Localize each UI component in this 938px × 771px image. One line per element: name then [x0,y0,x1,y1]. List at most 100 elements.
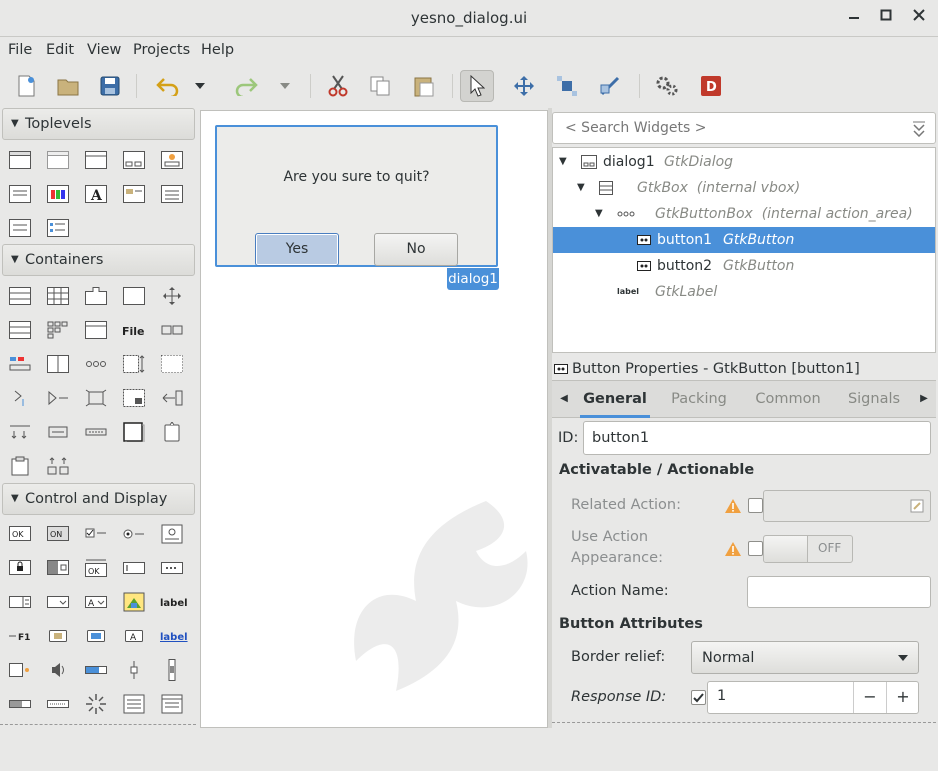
notebook-icon[interactable] [84,285,108,307]
revealer-icon[interactable] [46,387,70,409]
margin-icon[interactable] [550,70,584,102]
message-dialog-icon[interactable] [160,149,184,171]
tree-row-dialog1[interactable]: ▼ dialog1 GtkDialog [553,149,935,175]
palette-group-control-and-display[interactable]: ▼ Control and Display [2,483,195,515]
frame-icon[interactable] [122,285,146,307]
fixed-icon[interactable] [160,285,184,307]
decrement-button[interactable]: − [853,682,886,713]
lock-button-icon[interactable] [8,557,32,579]
accel-label-icon[interactable]: F1 [8,625,32,647]
file-chooser-dialog-icon[interactable] [122,183,146,205]
search-widgets-field[interactable]: < Search Widgets > [552,112,936,144]
radio-button-icon[interactable] [122,523,146,545]
use-action-switch[interactable]: OFF [763,535,853,563]
no-button[interactable]: No [374,233,458,266]
tab-packing[interactable]: Packing [666,381,732,418]
assistant-icon[interactable] [8,217,32,239]
pointer-icon[interactable] [460,70,494,102]
move-icon[interactable] [507,70,541,102]
window-widget-icon[interactable] [8,149,32,171]
button-widget-icon[interactable]: OK [8,523,32,545]
file-chooser-button-icon[interactable] [46,625,70,647]
design-canvas[interactable]: Are you sure to quit? Yes No dialog1 [200,110,548,728]
progress-bar-icon[interactable] [8,693,32,715]
clipboard-icon[interactable] [8,455,32,477]
yes-button[interactable]: Yes [255,233,339,266]
application-window-icon[interactable] [84,149,108,171]
check-button-icon[interactable] [84,523,108,545]
copy-icon[interactable] [363,70,397,102]
toolbar-item-icon[interactable] [46,421,70,443]
menu-view[interactable]: View [87,42,121,58]
redo-icon[interactable] [229,70,263,102]
spinner-widget-icon[interactable] [8,659,32,681]
scale-icon[interactable] [122,659,146,681]
menubar-widget-icon[interactable] [8,421,32,443]
tab-signals[interactable]: Signals [842,381,906,418]
response-id-checkbox[interactable] [691,690,706,705]
tree-view-icon[interactable] [160,693,184,715]
tree-row-button2[interactable]: button2 GtkButton [553,253,935,279]
tree-row-label[interactable]: label GtkLabel [553,279,935,305]
aspect-frame-icon[interactable] [84,387,108,409]
color-chooser-dialog-icon[interactable] [46,183,70,205]
statusbar-icon[interactable] [46,693,70,715]
link-button-icon[interactable] [160,523,184,545]
redo-dropdown-icon[interactable] [275,70,295,102]
maximize-button[interactable] [877,9,895,27]
alignment-icon[interactable] [160,387,184,409]
response-id-spinbutton[interactable]: 1 − + [707,681,919,714]
tab-common[interactable]: Common [752,381,824,418]
overlay-icon[interactable] [122,387,146,409]
devhelp-icon[interactable]: D [694,70,728,102]
tab-scroll-left-icon[interactable]: ◀ [554,381,574,417]
box-icon[interactable] [8,285,32,307]
header-bar-icon[interactable] [84,353,108,375]
cut-icon[interactable] [321,70,355,102]
level-bar-icon[interactable] [84,659,108,681]
align-icon[interactable] [593,70,627,102]
related-action-checkbox[interactable] [748,498,763,513]
file-chooser-widget-icon[interactable]: File [120,319,150,341]
image-icon[interactable] [122,591,146,613]
window-frame-icon[interactable] [122,421,146,443]
id-field[interactable]: button1 [583,421,931,455]
minimize-button[interactable] [845,8,863,26]
use-action-checkbox[interactable] [748,541,763,556]
palette-group-containers[interactable]: ▼ Containers [2,244,195,276]
action-name-field[interactable] [747,576,931,608]
stack-icon[interactable] [84,319,108,341]
label-widget-icon[interactable]: label [158,591,188,613]
paste-icon[interactable] [407,70,441,102]
palette-group-toplevels[interactable]: ▼ Toplevels [2,108,195,140]
text-view-icon[interactable] [122,693,146,715]
combo-box-text-icon[interactable]: A [84,591,108,613]
preferences-icon[interactable] [650,70,684,102]
font-chooser-dialog-icon[interactable]: A [84,183,108,205]
tab-general[interactable]: General [580,381,650,418]
tree-row-internal-action-area[interactable]: ▼ GtkButtonBox (internal action_area) [553,201,935,227]
menu-projects[interactable]: Projects [133,42,190,58]
combo-box-icon[interactable] [46,591,70,613]
new-file-icon[interactable] [9,70,43,102]
viewport-icon[interactable] [160,353,184,375]
scrolled-window-icon[interactable] [122,353,146,375]
tab-scroll-right-icon[interactable]: ▶ [914,381,934,417]
spinner-icon[interactable] [84,693,108,715]
undo-dropdown-icon[interactable] [190,70,210,102]
search-entry-icon[interactable] [160,557,184,579]
about-dialog-icon[interactable] [8,183,32,205]
search-options-icon[interactable] [911,121,927,137]
increment-button[interactable]: + [886,682,919,713]
recent-chooser-dialog-icon[interactable] [160,183,184,205]
related-action-field[interactable] [763,490,931,522]
undo-icon[interactable] [151,70,185,102]
offscreen-window-icon[interactable] [46,149,70,171]
action-bar-icon[interactable] [46,455,70,477]
switch-icon[interactable] [46,557,70,579]
menu-file[interactable]: File [8,42,32,58]
font-button-icon[interactable]: A [122,625,146,647]
grid-icon[interactable] [46,285,70,307]
expander-icon[interactable] [8,387,32,409]
button-box-icon[interactable] [160,319,184,341]
